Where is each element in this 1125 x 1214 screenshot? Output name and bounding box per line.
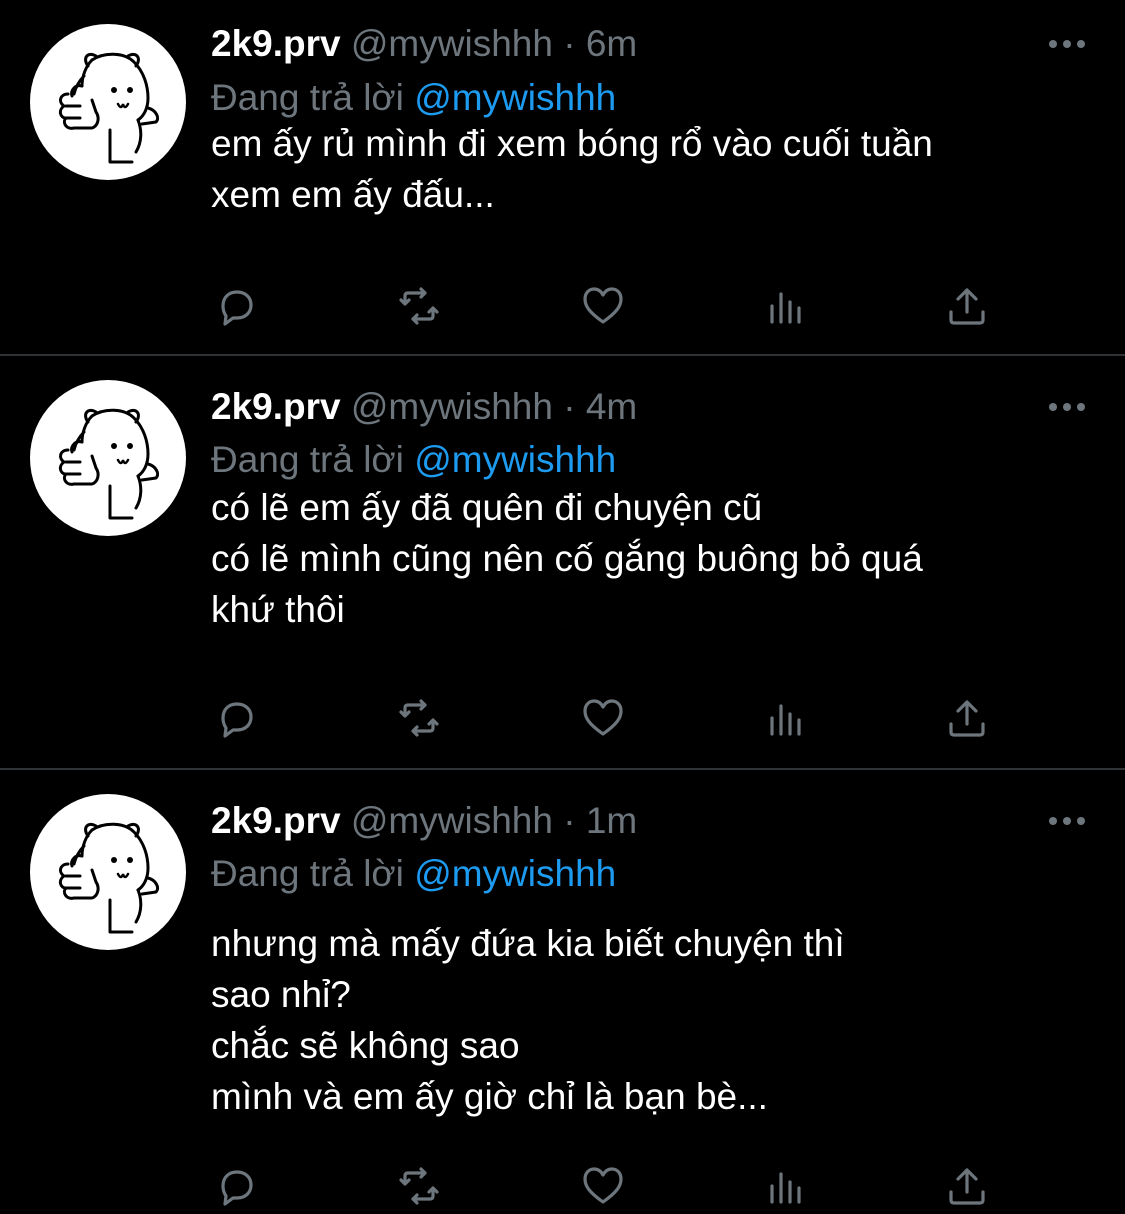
tweet-text-line: có lẽ em ấy đã quên đi chuyện cũ bbox=[211, 487, 763, 528]
bear-thumbs-up-icon bbox=[58, 408, 160, 520]
analytics-icon[interactable] bbox=[762, 694, 810, 742]
analytics-icon[interactable] bbox=[762, 282, 810, 330]
tweet-header: 2k9.prv @mywishhh · 6m bbox=[211, 20, 637, 68]
reply-prefix: Đang trả lời bbox=[211, 77, 404, 118]
tweet-text: có lẽ em ấy đã quên đi chuyện cũ có lẽ m… bbox=[211, 482, 1091, 635]
separator-dot: · bbox=[563, 800, 576, 841]
tweet[interactable]: 2k9.prv @mywishhh · 4m Đang trả lời @myw… bbox=[0, 356, 1125, 768]
reply-mention-link[interactable]: @mywishhh bbox=[414, 77, 616, 118]
user-handle[interactable]: @mywishhh bbox=[351, 386, 553, 427]
tweet-header: 2k9.prv @mywishhh · 1m bbox=[211, 797, 637, 845]
user-handle[interactable]: @mywishhh bbox=[351, 800, 553, 841]
more-options-icon[interactable] bbox=[1047, 811, 1087, 831]
reply-icon[interactable] bbox=[213, 282, 261, 330]
tweet-text-line: chắc sẽ không sao bbox=[211, 1025, 520, 1066]
reply-context: Đang trả lời @mywishhh bbox=[211, 74, 616, 122]
timestamp[interactable]: 1m bbox=[586, 800, 637, 841]
reply-mention-link[interactable]: @mywishhh bbox=[414, 853, 616, 894]
avatar[interactable] bbox=[30, 794, 186, 950]
avatar[interactable] bbox=[30, 24, 186, 180]
share-icon[interactable] bbox=[943, 282, 991, 330]
share-icon[interactable] bbox=[943, 1162, 991, 1210]
heart-icon[interactable] bbox=[579, 1162, 627, 1210]
tweet-text-line: em ấy rủ mình đi xem bóng rổ vào cuối tu… bbox=[211, 123, 933, 164]
tweet[interactable]: 2k9.prv @mywishhh · 1m Đang trả lời @myw… bbox=[0, 770, 1125, 1214]
action-bar bbox=[0, 1162, 1125, 1210]
tweet[interactable]: 2k9.prv @mywishhh · 6m Đang trả lời @myw… bbox=[0, 0, 1125, 354]
reply-icon[interactable] bbox=[213, 694, 261, 742]
display-name[interactable]: 2k9.prv bbox=[211, 800, 341, 841]
retweet-icon[interactable] bbox=[395, 694, 443, 742]
tweet-text-line: nhưng mà mấy đứa kia biết chuyện thì bbox=[211, 923, 845, 964]
more-options-icon[interactable] bbox=[1047, 34, 1087, 54]
bear-thumbs-up-icon bbox=[58, 822, 160, 934]
reply-context: Đang trả lời @mywishhh bbox=[211, 850, 616, 898]
retweet-icon[interactable] bbox=[395, 1162, 443, 1210]
action-bar bbox=[0, 282, 1125, 330]
tweet-text: em ấy rủ mình đi xem bóng rổ vào cuối tu… bbox=[211, 118, 1091, 220]
tweet-text-line: xem em ấy đấu... bbox=[211, 174, 495, 215]
tweet-text-line: mình và em ấy giờ chỉ là bạn bè... bbox=[211, 1076, 768, 1117]
reply-icon[interactable] bbox=[213, 1162, 261, 1210]
display-name[interactable]: 2k9.prv bbox=[211, 386, 341, 427]
tweet-text-line: sao nhỉ? bbox=[211, 974, 351, 1015]
separator-dot: · bbox=[563, 386, 576, 427]
display-name[interactable]: 2k9.prv bbox=[211, 23, 341, 64]
share-icon[interactable] bbox=[943, 694, 991, 742]
reply-mention-link[interactable]: @mywishhh bbox=[414, 439, 616, 480]
reply-context: Đang trả lời @mywishhh bbox=[211, 436, 616, 484]
action-bar bbox=[0, 694, 1125, 742]
avatar[interactable] bbox=[30, 380, 186, 536]
timestamp[interactable]: 6m bbox=[586, 23, 637, 64]
reply-prefix: Đang trả lời bbox=[211, 853, 404, 894]
heart-icon[interactable] bbox=[579, 694, 627, 742]
tweet-text-line: khứ thôi bbox=[211, 589, 345, 630]
reply-prefix: Đang trả lời bbox=[211, 439, 404, 480]
heart-icon[interactable] bbox=[579, 282, 627, 330]
more-options-icon[interactable] bbox=[1047, 397, 1087, 417]
retweet-icon[interactable] bbox=[395, 282, 443, 330]
user-handle[interactable]: @mywishhh bbox=[351, 23, 553, 64]
tweet-text-line: có lẽ mình cũng nên cố gắng buông bỏ quá bbox=[211, 538, 923, 579]
analytics-icon[interactable] bbox=[762, 1162, 810, 1210]
bear-thumbs-up-icon bbox=[58, 52, 160, 164]
timestamp[interactable]: 4m bbox=[586, 386, 637, 427]
tweet-header: 2k9.prv @mywishhh · 4m bbox=[211, 383, 637, 431]
separator-dot: · bbox=[563, 23, 576, 64]
tweet-text: nhưng mà mấy đứa kia biết chuyện thì sao… bbox=[211, 918, 1091, 1122]
